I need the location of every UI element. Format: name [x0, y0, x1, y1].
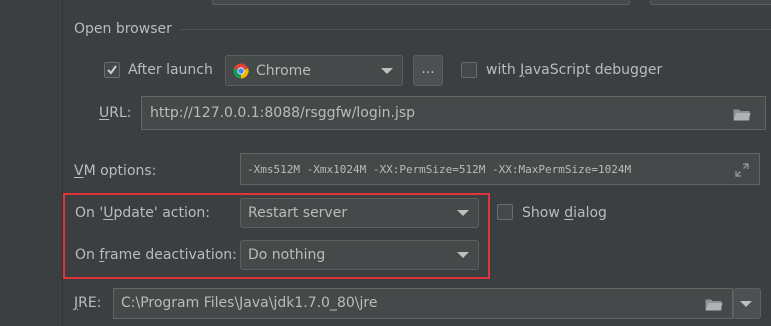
update-action-label-mnemonic: U: [103, 205, 114, 221]
js-debugger-label-prefix: with: [486, 62, 521, 78]
frame-deactivation-select-value: Do nothing: [248, 247, 326, 263]
open-browser-section-title: Open browser: [74, 21, 172, 37]
show-dialog-checkbox[interactable]: [497, 204, 513, 220]
jre-label-rest: RE:: [78, 295, 102, 311]
browser-select[interactable]: Chrome: [225, 55, 403, 86]
update-action-label-rest: pdate' action:: [113, 205, 211, 221]
checkmark-icon: [107, 65, 117, 75]
top-partial-button: [650, 0, 771, 5]
vm-options-label-rest: M options:: [83, 163, 157, 179]
show-dialog-label-mnemonic: d: [564, 205, 574, 221]
jre-input-value: C:\Program Files\Java\jdk1.7.0_80\jre: [121, 295, 378, 311]
vm-options-input[interactable]: -Xms512M -Xmx1024M -XX:PermSize=512M -XX…: [240, 153, 760, 185]
frame-deactivation-select[interactable]: Do nothing: [240, 240, 479, 270]
js-debugger-label-rest: avaScript debugger: [524, 62, 663, 78]
browser-select-value: Chrome: [256, 63, 311, 79]
show-dialog-label-rest: ialog: [573, 205, 607, 221]
vm-options-label: VM options:: [74, 162, 156, 180]
url-input-value: http://127.0.0.1:8088/rsggfw/login.jsp: [150, 105, 416, 121]
chevron-down-icon: [740, 300, 752, 307]
after-launch-label[interactable]: After launch: [128, 61, 213, 79]
url-label: URL:: [99, 104, 132, 122]
frame-deactivation-label-rest: rame deactivation:: [104, 247, 237, 263]
chevron-down-icon: [457, 252, 469, 258]
show-dialog-label-prefix: Show: [522, 205, 565, 221]
update-action-label-prefix: On ': [75, 205, 104, 221]
chevron-down-icon: [457, 210, 469, 216]
update-action-select-value: Restart server: [248, 205, 348, 221]
browse-browser-button[interactable]: ...: [413, 55, 443, 86]
show-dialog-label[interactable]: Show dialog: [522, 204, 607, 222]
top-partial-field: [212, 0, 630, 5]
vm-options-label-mnemonic: V: [74, 163, 84, 179]
url-label-mnemonic: U: [99, 105, 110, 121]
folder-icon[interactable]: [705, 298, 723, 311]
js-debugger-checkbox[interactable]: [461, 62, 477, 78]
vm-options-value: -Xms512M -Xmx1024M -XX:PermSize=512M -XX…: [247, 163, 632, 176]
update-action-select[interactable]: Restart server: [240, 198, 479, 228]
frame-deactivation-label: On frame deactivation:: [75, 246, 237, 264]
jre-label: JRE:: [74, 294, 101, 312]
chrome-icon: [233, 63, 249, 79]
js-debugger-label[interactable]: with JavaScript debugger: [486, 61, 662, 79]
folder-icon[interactable]: [733, 108, 751, 121]
url-input[interactable]: http://127.0.0.1:8088/rsggfw/login.jsp: [141, 96, 766, 130]
url-label-rest: RL:: [109, 105, 132, 121]
jre-dropdown-button[interactable]: [733, 288, 761, 319]
expand-icon[interactable]: [735, 163, 749, 177]
frame-deactivation-label-prefix: On: [75, 247, 100, 263]
left-panel: [0, 0, 63, 326]
section-divider: [180, 29, 771, 30]
update-action-label: On 'Update' action:: [75, 204, 210, 222]
jre-input[interactable]: C:\Program Files\Java\jdk1.7.0_80\jre: [113, 288, 733, 319]
chevron-down-icon: [381, 67, 393, 74]
after-launch-checkbox[interactable]: [104, 62, 120, 78]
